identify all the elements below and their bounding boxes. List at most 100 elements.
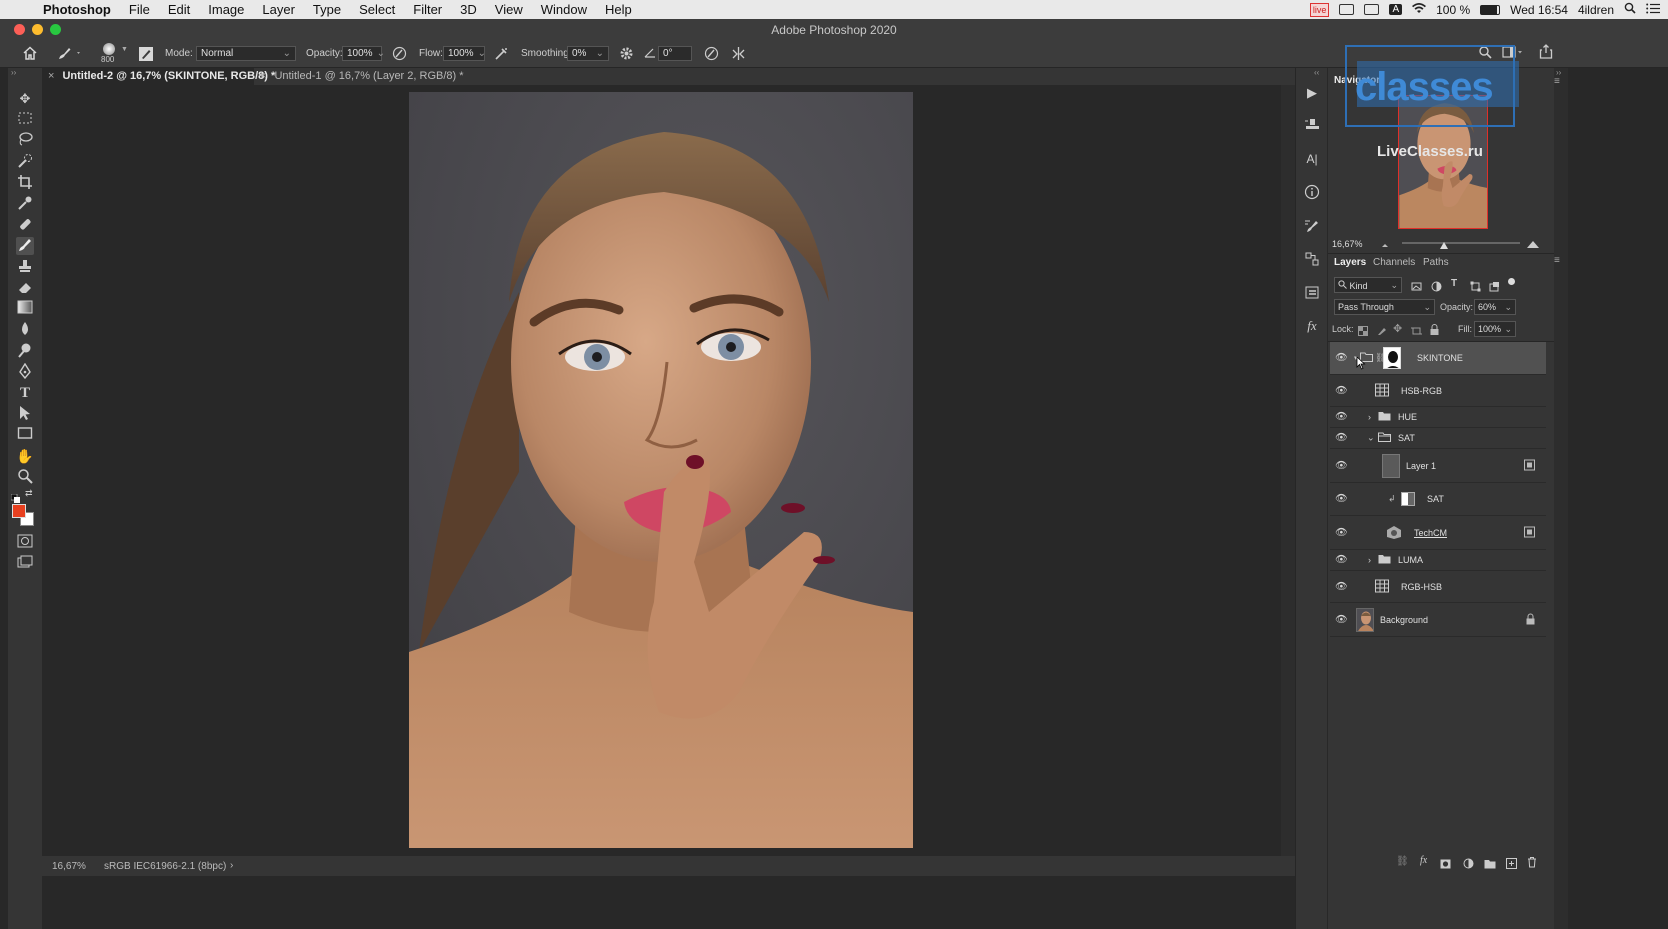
symmetry-icon[interactable] (731, 46, 746, 64)
layer-row-hsb-rgb[interactable]: 👁 HSB-RGB (1330, 375, 1546, 407)
quick-selection-tool-icon[interactable] (16, 153, 34, 171)
menu-help[interactable]: Help (596, 2, 641, 17)
status-more-button[interactable]: › (230, 860, 233, 871)
history-icon[interactable] (1304, 251, 1320, 267)
add-layer-style-fx-icon[interactable]: fx (1420, 855, 1427, 866)
styles-fx-icon[interactable]: fx (1304, 318, 1320, 334)
menu-select[interactable]: Select (350, 2, 404, 17)
info-icon[interactable] (1304, 184, 1320, 200)
type-tool-icon[interactable]: T (16, 384, 34, 402)
opacity-field[interactable]: 100% ⌄ (342, 46, 385, 61)
pressure-size-icon[interactable] (704, 46, 719, 64)
smoothing-field[interactable]: 0% ⌄ (567, 46, 609, 61)
airbrush-icon[interactable] (494, 46, 509, 64)
chevron-right-icon[interactable]: › (1368, 555, 1371, 565)
menu-layer[interactable]: Layer (253, 2, 304, 17)
menu-edit[interactable]: Edit (159, 2, 199, 17)
chevron-right-icon[interactable]: › (1368, 412, 1371, 422)
visibility-eye-icon[interactable]: 👁 (1335, 385, 1348, 396)
visibility-eye-icon[interactable]: 👁 (1335, 555, 1348, 566)
layer-row-sat-adjustment[interactable]: 👁 ↲ SAT (1330, 483, 1546, 516)
menu-image[interactable]: Image (199, 2, 253, 17)
visibility-eye-icon[interactable]: 👁 (1335, 433, 1348, 444)
dodge-tool-icon[interactable] (16, 342, 34, 360)
zoom-tool-icon[interactable] (16, 468, 34, 486)
menubar-clock[interactable]: Wed 16:54 (1510, 3, 1568, 17)
lock-position-icon[interactable]: ✥ (1393, 322, 1402, 335)
filter-type-icon[interactable]: T (1451, 278, 1457, 289)
layer-mask-thumbnail[interactable] (1383, 347, 1401, 369)
spotlight-search-icon[interactable] (1624, 2, 1636, 17)
eraser-tool-icon[interactable] (16, 279, 34, 297)
visibility-eye-icon[interactable]: 👁 (1335, 353, 1348, 364)
fill-field[interactable]: 100% ⌄ (1474, 321, 1516, 337)
layer-row-luma[interactable]: 👁 › LUMA (1330, 550, 1546, 571)
filter-shape-icon[interactable] (1470, 279, 1481, 297)
blur-tool-icon[interactable] (16, 321, 34, 339)
new-adjustment-layer-icon[interactable] (1463, 856, 1474, 874)
navigator-panel-menu-icon[interactable]: ≡ (1554, 76, 1560, 87)
layer-name[interactable]: SKINTONE (1417, 353, 1463, 363)
layer-name[interactable]: Background (1380, 615, 1428, 625)
lock-transparent-pixels-icon[interactable] (1358, 323, 1368, 341)
vertical-scrollbar[interactable] (1281, 85, 1295, 856)
menubar-user[interactable]: 4ildren (1578, 3, 1614, 17)
layer-row-hue[interactable]: 👁 › HUE (1330, 407, 1546, 428)
navigator-zoom-value[interactable]: 16,67% (1332, 239, 1363, 249)
gradient-tool-icon[interactable] (16, 300, 34, 318)
lasso-tool-icon[interactable] (16, 132, 34, 150)
layer-thumbnail[interactable] (1382, 453, 1400, 478)
layer-row-rgb-hsb[interactable]: 👁 RGB-HSB (1330, 571, 1546, 603)
brush-tool-icon[interactable] (16, 237, 34, 255)
play-actions-icon[interactable]: ▶ (1304, 85, 1320, 101)
menu-window[interactable]: Window (532, 2, 596, 17)
screen-share-icon[interactable] (1364, 4, 1380, 15)
battery-icon[interactable] (1480, 4, 1501, 15)
properties-icon[interactable] (1304, 284, 1320, 300)
layer-name[interactable]: HSB-RGB (1401, 386, 1442, 396)
layer-name[interactable]: SAT (1427, 494, 1444, 504)
smoothing-options-gear-icon[interactable] (619, 46, 634, 64)
filter-toggle-icon[interactable] (1508, 278, 1515, 285)
layer-row-sat-group[interactable]: 👁 ⌄ SAT (1330, 428, 1546, 449)
hand-tool-icon[interactable]: ✋ (16, 447, 34, 465)
eyedropper-tool-icon[interactable] (16, 195, 34, 213)
layer-row-techcm[interactable]: 👁 TechCM (1330, 516, 1546, 550)
mode-select[interactable]: Normal ⌄ (196, 46, 296, 61)
brush-angle-field[interactable]: 0° (658, 46, 692, 61)
layer-name[interactable]: TechCM (1414, 528, 1447, 538)
wifi-icon[interactable] (1412, 2, 1427, 17)
layer-opacity-field[interactable]: 60% ⌄ (1474, 299, 1516, 315)
layer-name[interactable]: SAT (1398, 433, 1415, 443)
layer-name[interactable]: HUE (1398, 412, 1417, 422)
visibility-eye-icon[interactable]: 👁 (1335, 460, 1348, 471)
layer-row-skintone[interactable]: 👁 ▾ ⛓ SKINTONE (1330, 342, 1546, 375)
filter-adjustment-icon[interactable] (1431, 279, 1442, 297)
zoom-in-icon[interactable] (1526, 236, 1540, 254)
blend-mode-select[interactable]: Pass Through ⌄ (1334, 299, 1435, 315)
notification-center-icon[interactable] (1646, 3, 1660, 17)
layers-panel-menu-icon[interactable]: ≡ (1554, 255, 1560, 266)
marquee-tool-icon[interactable] (16, 111, 34, 129)
link-layers-icon[interactable]: ⛓ (1396, 856, 1409, 867)
layer-row-background[interactable]: 👁 Background (1330, 603, 1546, 637)
flow-field[interactable]: 100% ⌄ (443, 46, 486, 61)
filter-pixel-icon[interactable] (1411, 279, 1422, 297)
tab-untitled-1[interactable]: × Untitled-1 @ 16,7% (Layer 2, RGB/8) * (254, 68, 474, 85)
brush-size-picker[interactable]: 800 ▼ (100, 42, 128, 66)
navigator-zoom-slider[interactable] (1402, 242, 1520, 244)
chevron-down-icon[interactable]: ⌄ (1367, 433, 1375, 444)
zoom-slider-handle[interactable] (1440, 242, 1448, 249)
menu-3d[interactable]: 3D (451, 2, 486, 17)
collapse-strip-icon[interactable]: ‹‹ (1314, 68, 1319, 77)
display-icon[interactable] (1339, 4, 1355, 15)
crop-tool-icon[interactable] (16, 174, 34, 192)
screen-mode-icon[interactable] (16, 555, 34, 573)
menu-file[interactable]: File (120, 2, 159, 17)
new-group-folder-icon[interactable] (1484, 856, 1496, 874)
move-tool-icon[interactable]: ✥ (16, 90, 34, 108)
share-icon[interactable] (1539, 44, 1553, 62)
lock-artboard-icon[interactable] (1411, 323, 1422, 341)
layer-row-layer-1[interactable]: 👁 Layer 1 (1330, 449, 1546, 483)
visibility-eye-icon[interactable]: 👁 (1335, 614, 1348, 625)
